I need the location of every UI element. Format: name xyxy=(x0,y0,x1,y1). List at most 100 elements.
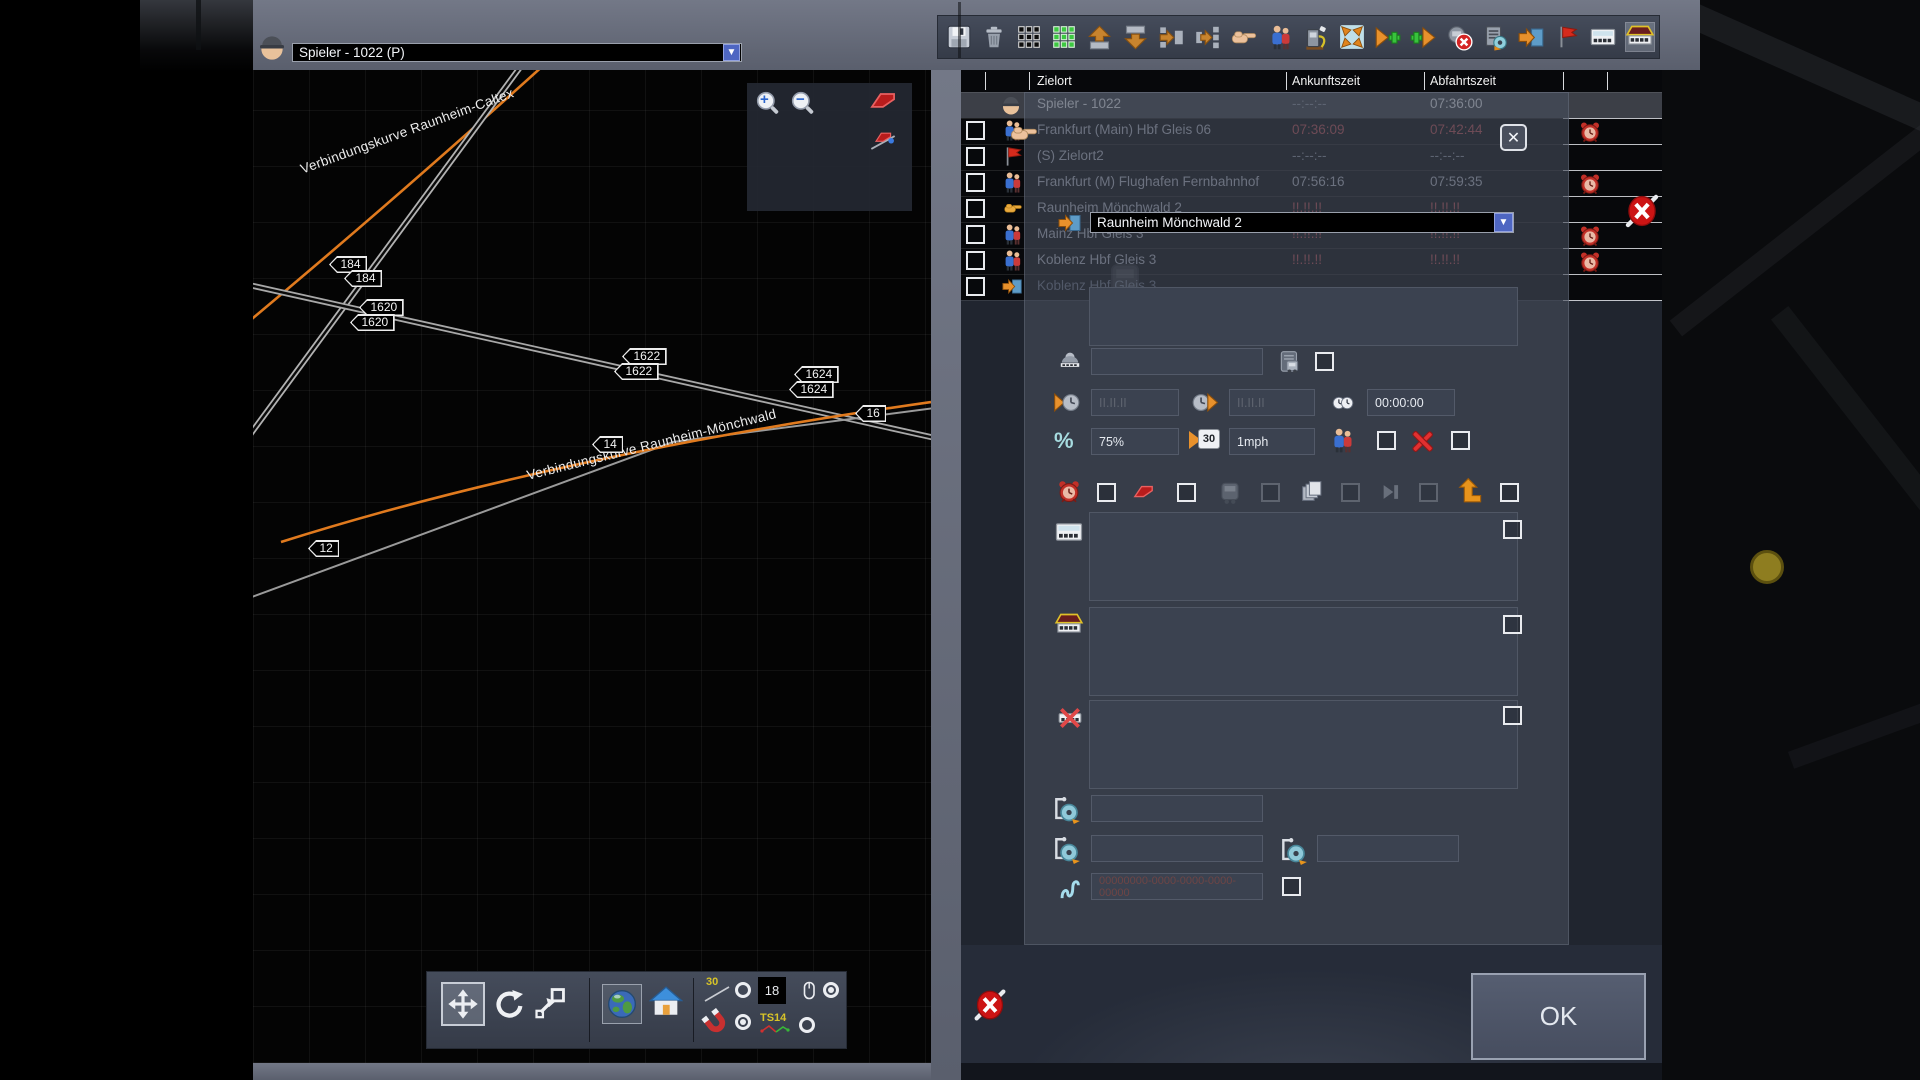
eject-up-button[interactable] xyxy=(1086,23,1113,51)
loco-checkbox[interactable] xyxy=(1261,483,1280,502)
track-tag[interactable]: 1622 xyxy=(622,348,667,365)
instruction-list-box[interactable] xyxy=(1089,287,1518,346)
magnet-icon[interactable] xyxy=(701,1008,731,1038)
shed-list-box[interactable] xyxy=(1089,607,1518,696)
guid-input[interactable]: 00000000-0000-0000-0000-00000 xyxy=(1091,873,1263,900)
close-button[interactable]: ✕ xyxy=(1500,124,1527,151)
platform-checkbox[interactable] xyxy=(1503,520,1522,539)
waveform-icon xyxy=(1057,873,1084,903)
consist-checkbox[interactable] xyxy=(1315,352,1334,371)
row-checkbox[interactable] xyxy=(966,225,985,244)
magnet-radio[interactable] xyxy=(735,1014,751,1030)
shed-button[interactable] xyxy=(1626,23,1654,51)
row-checkbox[interactable] xyxy=(966,277,985,296)
signal-input-2[interactable] xyxy=(1091,835,1263,862)
hand-tool-button[interactable] xyxy=(1230,23,1258,51)
ramp-marker-icon[interactable] xyxy=(866,87,900,115)
insert-right-button[interactable] xyxy=(1158,23,1185,51)
signal-input-3[interactable] xyxy=(1317,835,1459,862)
red-x-icon xyxy=(1409,428,1436,455)
go-to-button[interactable] xyxy=(1518,23,1545,51)
cards-checkbox[interactable] xyxy=(1341,483,1360,502)
mouse-icon[interactable] xyxy=(797,978,821,1004)
move-object-icon[interactable] xyxy=(533,986,567,1020)
performance-input[interactable]: 75% xyxy=(1091,428,1179,455)
globe-button[interactable] xyxy=(603,985,641,1023)
zoom-out-button[interactable]: − xyxy=(790,90,816,116)
column-header-ankunftszeit[interactable]: Ankunftszeit xyxy=(1292,74,1360,88)
eject-up-icon xyxy=(1086,24,1113,51)
zoom-in-button[interactable]: + xyxy=(755,90,781,116)
refuel-button[interactable] xyxy=(1303,23,1330,51)
no-stop-list-box[interactable] xyxy=(1089,700,1518,789)
alarm-clock-icon[interactable] xyxy=(1578,250,1602,274)
grid-green-button[interactable] xyxy=(1051,23,1077,51)
insert-down-button[interactable] xyxy=(1122,23,1149,51)
uturn-checkbox[interactable] xyxy=(1500,483,1519,502)
grid-dark-icon xyxy=(1016,24,1042,50)
insert-left-button[interactable] xyxy=(1194,23,1221,51)
consist-name-input[interactable] xyxy=(1091,348,1263,375)
ok-button[interactable]: OK xyxy=(1471,973,1646,1060)
arrival-time-input[interactable]: II.II.II xyxy=(1091,389,1179,416)
gradient-radio[interactable] xyxy=(735,982,751,998)
grid-dark-button[interactable] xyxy=(1016,23,1042,51)
min-speed-input[interactable]: 1mph xyxy=(1229,428,1315,455)
track-tag[interactable]: 1624 xyxy=(789,381,834,398)
flag-button[interactable] xyxy=(1554,23,1580,51)
row-checkbox[interactable] xyxy=(966,251,985,270)
mouse-radio[interactable] xyxy=(823,982,839,998)
track-tag[interactable]: 184 xyxy=(344,270,382,287)
gradient-tool[interactable]: 30 xyxy=(703,977,731,1005)
consist-selector[interactable]: Spieler - 1022 (P) xyxy=(292,43,742,62)
home-icon[interactable] xyxy=(649,985,683,1019)
ts-radio[interactable] xyxy=(799,1017,815,1033)
passengers-button[interactable] xyxy=(1267,23,1294,51)
ramp-path-icon[interactable] xyxy=(869,125,897,153)
remove-loco-button[interactable] xyxy=(1446,23,1473,51)
cancel-checkbox[interactable] xyxy=(1451,431,1470,450)
track-tag[interactable]: 1620 xyxy=(350,314,395,331)
row-checkbox[interactable] xyxy=(966,173,985,192)
signal-input-1[interactable] xyxy=(1091,795,1263,822)
alarm-clock-icon[interactable] xyxy=(1578,120,1602,144)
add-after-button[interactable] xyxy=(1410,23,1437,51)
collapse-arrows-button[interactable] xyxy=(1339,23,1365,51)
track-tag[interactable]: 1622 xyxy=(614,363,659,380)
delete-button[interactable] xyxy=(981,23,1007,51)
row-checkbox[interactable] xyxy=(966,199,985,218)
departure-time-input[interactable]: II.II.II xyxy=(1229,389,1315,416)
track-map[interactable]: Verbindungskurve Raunheim-Caltex Verbind… xyxy=(253,70,931,1063)
row-checkbox[interactable] xyxy=(966,147,985,166)
ok-label: OK xyxy=(1540,1001,1578,1032)
remove-cursor-icon[interactable] xyxy=(969,982,1011,1028)
column-header-zielort[interactable]: Zielort xyxy=(1037,74,1072,88)
track-tag[interactable]: 1620 xyxy=(359,299,404,316)
add-before-button[interactable] xyxy=(1374,23,1401,51)
consist-selector-dropdown-button[interactable]: ▼ xyxy=(723,44,740,61)
document-train-icon[interactable] xyxy=(1277,349,1303,375)
shed-checkbox[interactable] xyxy=(1503,615,1522,634)
hand-pointer-icon xyxy=(1004,118,1044,148)
track-tag[interactable]: 1624 xyxy=(794,366,839,383)
destination-combo[interactable]: Raunheim Mönchwald 2 xyxy=(1090,212,1514,233)
row-checkbox[interactable] xyxy=(966,121,985,140)
platform-list-box[interactable] xyxy=(1089,512,1518,601)
ramp-checkbox[interactable] xyxy=(1177,483,1196,502)
alarm-checkbox[interactable] xyxy=(1097,483,1116,502)
column-header-abfahrtszeit[interactable]: Abfahrtszeit xyxy=(1430,74,1496,88)
alarm-clock-icon[interactable] xyxy=(1578,224,1602,248)
destination-combo-dropdown-button[interactable]: ▼ xyxy=(1494,213,1513,232)
rotate-icon[interactable] xyxy=(493,987,525,1021)
ts-marker[interactable]: TS14 xyxy=(760,1008,792,1038)
passengers-checkbox[interactable] xyxy=(1377,431,1396,450)
pan-tool-button[interactable] xyxy=(443,984,483,1024)
alarm-clock-icon[interactable] xyxy=(1578,172,1602,196)
hand-orange-icon xyxy=(1001,198,1025,218)
platform-button[interactable] xyxy=(1589,23,1617,51)
task-settings-button[interactable] xyxy=(1482,23,1509,51)
skip-checkbox[interactable] xyxy=(1419,483,1438,502)
dwell-time-input[interactable]: 00:00:00 xyxy=(1367,389,1455,416)
guid-checkbox[interactable] xyxy=(1282,877,1301,896)
no-stop-checkbox[interactable] xyxy=(1503,706,1522,725)
